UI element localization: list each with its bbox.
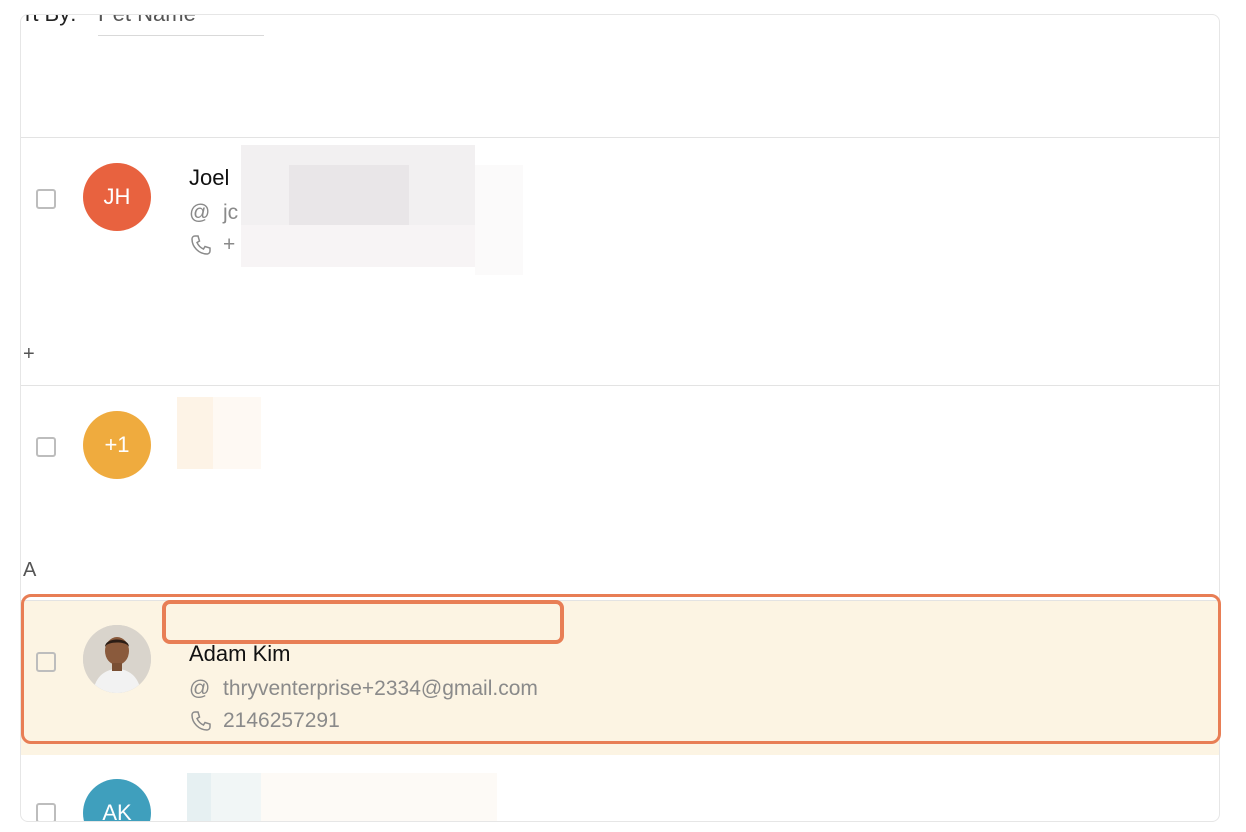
avatar-initials: AK [102,800,132,822]
contact-email: @ jc [189,201,238,225]
contact-phone-value: + [223,233,236,256]
phone-icon [189,233,215,257]
row-checkbox[interactable] [36,189,56,209]
row-checkbox[interactable] [36,437,56,457]
avatar: +1 [83,411,151,479]
selected-name-outline [162,600,564,644]
avatar: AK [83,779,151,822]
at-icon: @ [189,201,211,224]
redacted-area [241,145,523,285]
avatar-initials: +1 [104,432,130,457]
sort-select[interactable]: Pet Name [98,15,264,36]
contact-name: Joel [189,165,230,190]
contact-row[interactable]: +1 [21,385,1219,535]
redacted-area [177,397,261,469]
avatar-initials: JH [103,184,131,209]
contact-row[interactable]: JH Joel @ jc + [21,137,1219,337]
sort-row: rt By: Pet Name [21,15,1219,41]
row-checkbox[interactable] [36,803,56,821]
sort-label: rt By: [25,15,76,27]
contact-phone: + [189,233,235,257]
section-letter: A [23,559,37,581]
contact-row[interactable]: AK [21,757,1219,822]
section-letter: + [23,343,35,365]
redacted-area [187,773,497,821]
avatar: JH [83,163,151,231]
contact-email-value: jc [223,201,239,224]
sort-select-value: Pet Name [98,15,196,26]
